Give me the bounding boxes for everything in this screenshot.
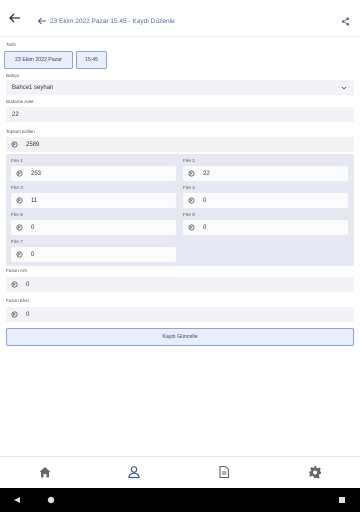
user-icon[interactable] — [127, 465, 141, 479]
total-label: Toplam Edilen — [6, 129, 35, 134]
fire-5-label: Fire 5 — [11, 212, 23, 217]
fire-2-input[interactable]: 22 — [183, 166, 348, 181]
fason-plus-label: Fason Artı — [6, 268, 27, 273]
fire-7-input[interactable]: 0 — [11, 247, 176, 262]
fason-plus-value: 0 — [26, 281, 30, 288]
time-picker-button[interactable]: 15:45 — [76, 51, 107, 69]
coin-icon — [16, 197, 23, 204]
fire-4-input[interactable]: 0 — [183, 193, 348, 208]
fire-6-input[interactable]: 0 — [183, 220, 348, 235]
fason-minus-value: 0 — [26, 311, 30, 318]
fire-5-value: 0 — [31, 224, 35, 231]
coin-icon — [16, 170, 23, 177]
fire-3-input[interactable]: 11 — [11, 193, 176, 208]
fire-2-value: 22 — [203, 170, 210, 177]
coin-icon — [16, 251, 23, 258]
coin-icon — [188, 197, 195, 204]
date-label: Tarih — [6, 42, 16, 47]
fire-panel: Fire 1 253 Fire 2 22 Fire 3 11 Fire 4 0 … — [6, 154, 354, 266]
pruning-input[interactable]: 22 — [6, 107, 354, 122]
update-record-button[interactable]: Kaydı Güncelle — [6, 328, 354, 346]
fire-4-value: 0 — [203, 197, 207, 204]
page-title: 23 Ekim 2022 Pazar 15:45 - Kaydı Düzenle — [50, 18, 175, 25]
gear-icon[interactable] — [308, 465, 322, 479]
share-icon[interactable] — [341, 17, 350, 26]
fason-minus-label: Fason Eksi — [6, 298, 29, 303]
bottom-tab-bar — [0, 456, 360, 489]
coin-icon — [11, 281, 18, 288]
total-input[interactable]: 2589 — [6, 137, 354, 152]
fire-1-label: Fire 1 — [11, 158, 23, 163]
coin-icon — [188, 170, 195, 177]
system-back-icon[interactable] — [13, 496, 21, 504]
fire-6-label: Fire 6 — [183, 212, 195, 217]
fason-plus-input[interactable]: 0 — [6, 277, 354, 292]
nav-back-icon[interactable] — [37, 16, 47, 26]
garden-select-value: Bahce1 seyhan — [12, 84, 54, 91]
document-icon[interactable] — [217, 465, 231, 479]
total-value: 2589 — [26, 141, 40, 148]
fire-6-value: 0 — [203, 224, 207, 231]
garden-label: Bahçe — [6, 73, 20, 78]
back-arrow-icon[interactable] — [8, 11, 22, 25]
coin-icon — [11, 311, 18, 318]
app-bar: 23 Ekim 2022 Pazar 15:45 - Kaydı Düzenle — [0, 0, 360, 37]
chevron-down-icon — [341, 86, 347, 90]
home-icon[interactable] — [38, 465, 52, 479]
fire-7-value: 0 — [31, 251, 35, 258]
garden-select[interactable]: Bahce1 seyhan — [6, 80, 354, 95]
date-picker-button[interactable]: 23 Ekim 2022 Pazar — [4, 51, 73, 69]
coin-icon — [16, 224, 23, 231]
system-nav-bar — [0, 488, 360, 512]
system-recents-icon[interactable] — [338, 496, 346, 504]
fire-1-input[interactable]: 253 — [11, 166, 176, 181]
fire-4-label: Fire 4 — [183, 185, 195, 190]
fire-5-input[interactable]: 0 — [11, 220, 176, 235]
fire-3-value: 11 — [31, 197, 38, 204]
fason-minus-input[interactable]: 0 — [6, 307, 354, 322]
fire-7-label: Fire 7 — [11, 239, 23, 244]
system-home-icon[interactable] — [47, 496, 55, 504]
fire-2-label: Fire 2 — [183, 158, 195, 163]
fire-3-label: Fire 3 — [11, 185, 23, 190]
pruning-label: Budama Adet — [6, 99, 34, 104]
coin-icon — [188, 224, 195, 231]
fire-1-value: 253 — [31, 170, 42, 177]
pruning-value: 22 — [12, 111, 19, 118]
coin-icon — [11, 141, 18, 148]
